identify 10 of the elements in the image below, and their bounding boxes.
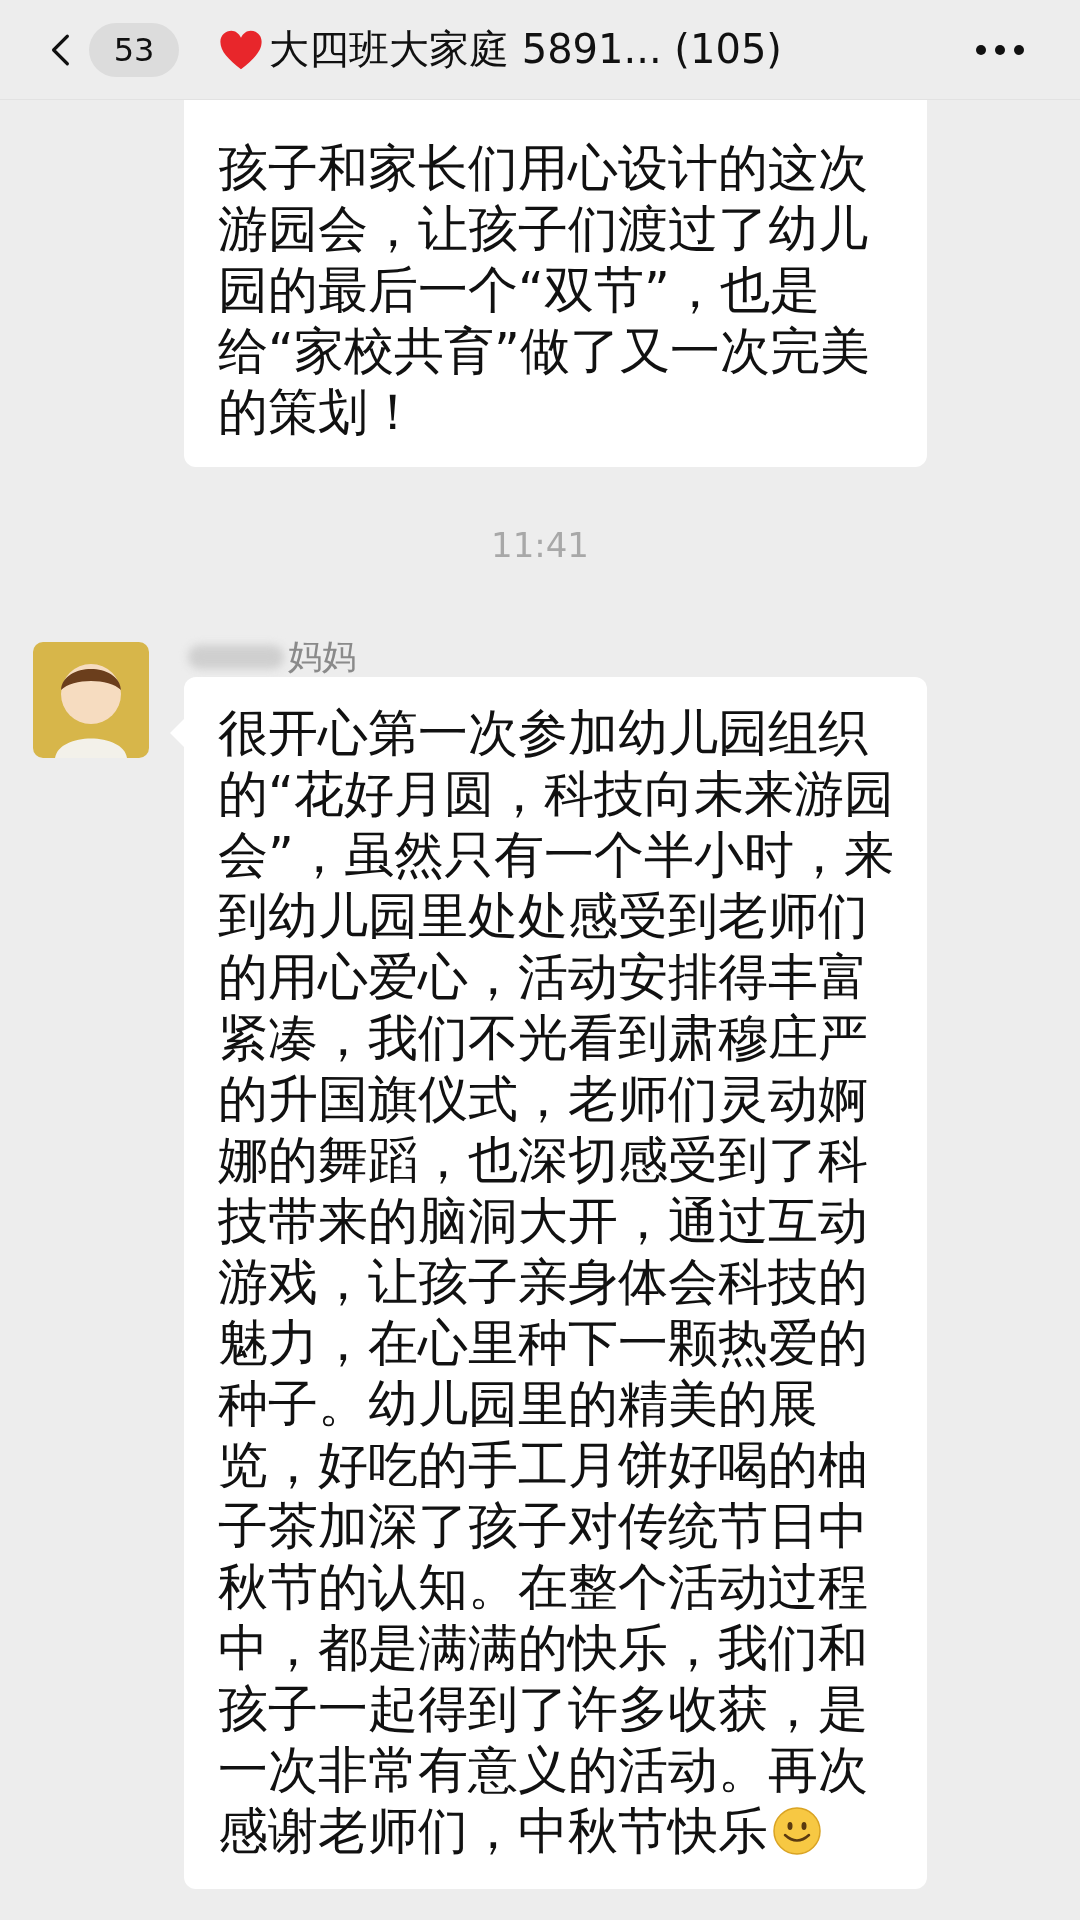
unread-count-badge[interactable]: 53 [89,22,179,77]
message-text: 很开心第一次参加幼儿园组织的“花好月圆，科技向未来游园会”，虽然只有一个半小时，来到幼儿园里处处感受到老师们的用心爱心，活动安排得丰富紧凑，我们不光看到肃穆庄严的升国旗仪式，老师们灵动婀娜的舞蹈，也深切感受到了科技带来的脑洞大开，通过互动游戏，让孩子亲身体会科技的魅力，在心里种下一颗热爱的种子。幼儿园里的精美的展览，好吃的手工月饼好喝的柚子茶加深了孩子对传统节日中秋节的认知。在整个活动过程中，都是满满的快乐，我们和孩子一起得到了许多收获，是一次非常有意义的活动。再次感谢老师们，中秋节快乐 [218,703,894,1862]
timestamp: 11:41 [491,524,589,565]
heart-icon [219,28,263,71]
back-icon[interactable] [49,32,71,67]
avatar-icon[interactable] [33,642,149,758]
message-text: 孩子和家长们用心设计的这次游园会，让孩子们渡过了幼儿园的最后一个“双节”，也是给“家校共育”做了又一次完美的策划！ [218,138,871,443]
chat-title: 大四班大家庭 5891... (105) [269,25,782,74]
sender-name: 妈妈 [288,635,356,678]
more-icon[interactable] [975,43,1025,56]
